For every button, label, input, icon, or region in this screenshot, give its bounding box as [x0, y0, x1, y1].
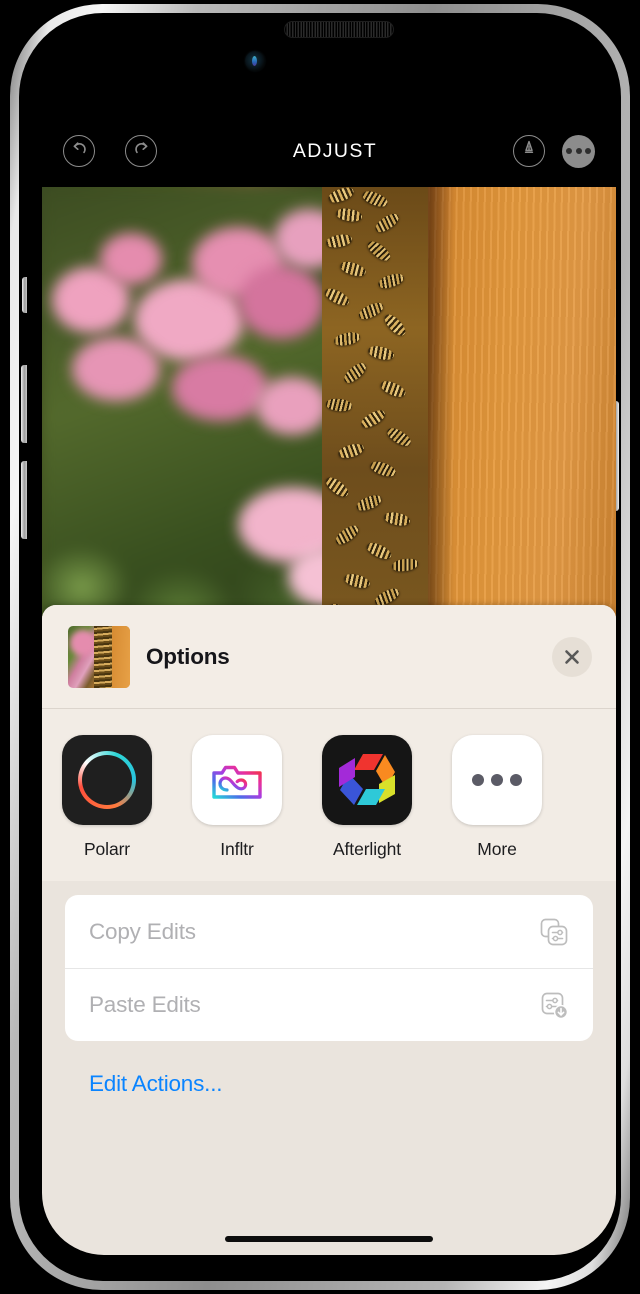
- app-label: Polarr: [83, 839, 131, 859]
- photo-blossom: [238, 265, 324, 339]
- undo-button[interactable]: [63, 135, 95, 167]
- ellipsis-icon: [585, 148, 591, 154]
- photo-blossom: [256, 377, 328, 435]
- phone-bezel: ADJUST Options Polarr Infltr Afterlight …: [19, 13, 621, 1281]
- markup-pen-icon: [519, 139, 539, 164]
- app-share-afterlight[interactable]: Afterlight: [302, 735, 432, 860]
- photo-blossom: [72, 337, 160, 401]
- action-label: Paste Edits: [89, 992, 201, 1017]
- phone-frame: ADJUST Options Polarr Infltr Afterlight …: [10, 4, 630, 1290]
- volume-down-button[interactable]: [21, 461, 27, 539]
- ellipsis-icon: [566, 148, 572, 154]
- share-sheet: Options Polarr Infltr Afterlight More Co…: [42, 605, 616, 1255]
- undo-icon: [70, 139, 89, 163]
- copy-edits-icon: [537, 915, 571, 949]
- more-apps-icon: [452, 735, 542, 825]
- redo-icon: [132, 139, 151, 163]
- front-camera-icon: [245, 51, 265, 71]
- editor-toolbar: ADJUST: [42, 123, 616, 179]
- app-share-row: Polarr Infltr Afterlight More: [42, 709, 616, 881]
- app-share-polarr[interactable]: Polarr: [42, 735, 172, 860]
- photo-bee-cluster: [322, 187, 434, 657]
- speaker-grille-icon: [284, 21, 394, 38]
- markup-button[interactable]: [513, 135, 545, 167]
- action-row-copy-edits[interactable]: Copy Edits: [65, 895, 593, 968]
- photo-hive-wood: [428, 187, 616, 657]
- afterlight-app-icon: [322, 735, 412, 825]
- app-share-more[interactable]: More: [432, 735, 562, 860]
- phone-screen: ADJUST Options Polarr Infltr Afterlight …: [42, 39, 616, 1255]
- photo-thumbnail: [68, 625, 130, 688]
- home-indicator[interactable]: [225, 1236, 433, 1242]
- photo-wood-shadow: [428, 187, 454, 657]
- share-sheet-title: Options: [146, 643, 230, 669]
- app-label: Infltr: [220, 839, 254, 859]
- photo-blossom: [100, 233, 162, 285]
- edit-actions-link[interactable]: Edit Actions...: [89, 1071, 223, 1097]
- paste-edits-icon: [537, 988, 571, 1022]
- polarr-app-icon: [62, 735, 152, 825]
- share-sheet-header: Options: [42, 605, 616, 709]
- more-options-button[interactable]: [562, 134, 595, 168]
- volume-up-button[interactable]: [21, 365, 27, 443]
- app-label: Afterlight: [332, 839, 402, 859]
- action-row-paste-edits[interactable]: Paste Edits: [65, 968, 593, 1041]
- app-label: More: [477, 839, 517, 859]
- app-share-infltr[interactable]: Infltr: [172, 735, 302, 860]
- close-button[interactable]: [552, 637, 592, 677]
- page-title: ADJUST: [292, 139, 378, 162]
- photo-blossom: [172, 355, 268, 421]
- action-list: Copy Edits Paste Edits: [65, 895, 593, 1041]
- redo-button[interactable]: [125, 135, 157, 167]
- close-icon: [561, 646, 583, 668]
- ellipsis-icon: [575, 148, 582, 154]
- photo-canvas[interactable]: [42, 187, 616, 657]
- mute-switch[interactable]: [22, 277, 27, 313]
- action-label: Copy Edits: [89, 918, 196, 944]
- infltr-app-icon: [192, 735, 282, 825]
